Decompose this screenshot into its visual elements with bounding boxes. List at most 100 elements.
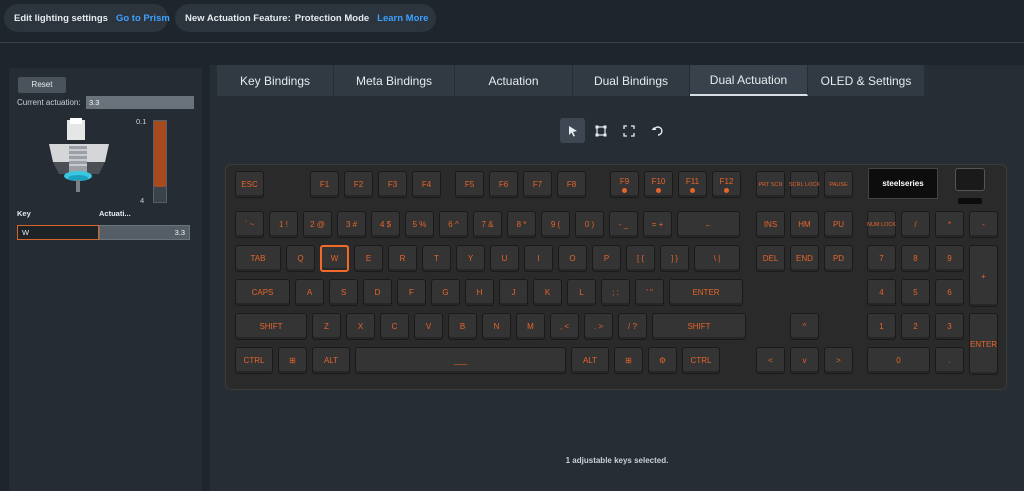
key-c[interactable]: C xyxy=(380,313,409,340)
key-t[interactable]: T xyxy=(422,245,451,272)
key-alt[interactable]: ALT xyxy=(312,347,350,374)
key-i[interactable]: I xyxy=(524,245,553,272)
key-f5[interactable]: F5 xyxy=(455,171,484,198)
key-sym86[interactable]: ^ xyxy=(790,313,819,340)
key-b[interactable]: B xyxy=(448,313,477,340)
key-7[interactable]: 7 & xyxy=(473,211,502,238)
key-sym99[interactable]: < xyxy=(756,347,785,374)
key-sym92[interactable]: ⊞ xyxy=(278,347,307,374)
key-g[interactable]: G xyxy=(431,279,460,306)
tab-actuation[interactable]: Actuation xyxy=(455,65,573,96)
key-v[interactable]: v xyxy=(790,347,819,374)
key-f8[interactable]: F8 xyxy=(557,171,586,198)
key-d[interactable]: D xyxy=(363,279,392,306)
key-sym68[interactable]: ; : xyxy=(601,279,630,306)
key-shift[interactable]: SHIFT xyxy=(652,313,746,340)
key-4[interactable]: 4 $ xyxy=(371,211,400,238)
key-end[interactable]: END xyxy=(790,245,819,272)
key-k[interactable]: K xyxy=(533,279,562,306)
tab-dual-bindings[interactable]: Dual Bindings xyxy=(573,65,690,96)
key-sym50[interactable]: \ | xyxy=(694,245,740,272)
key-sym27[interactable]: - _ xyxy=(609,211,638,238)
key-f10[interactable]: F10 xyxy=(644,171,673,198)
key-sym36[interactable]: - xyxy=(969,211,998,238)
learn-more-link[interactable]: Learn More xyxy=(377,13,428,24)
key-sym94[interactable]: ___ xyxy=(355,347,566,374)
key-sym48[interactable]: [ { xyxy=(626,245,655,272)
tab-meta-bindings[interactable]: Meta Bindings xyxy=(334,65,455,96)
key-o[interactable]: O xyxy=(558,245,587,272)
key-sym49[interactable]: ] } xyxy=(660,245,689,272)
key-scrl-lock[interactable]: SCRL LOCK xyxy=(789,171,820,198)
key-del[interactable]: DEL xyxy=(756,245,785,272)
key-ins[interactable]: INS xyxy=(756,211,785,238)
key-sym29[interactable]: ← xyxy=(677,211,740,238)
key-u[interactable]: U xyxy=(490,245,519,272)
key-f4[interactable]: F4 xyxy=(412,171,441,198)
key-alt[interactable]: ALT xyxy=(571,347,609,374)
key-8[interactable]: 8 xyxy=(901,245,930,272)
key-shift[interactable]: SHIFT xyxy=(235,313,307,340)
key-sym57[interactable]: + xyxy=(969,245,998,307)
current-actuation-field[interactable]: 3.3 xyxy=(86,96,194,109)
key-enter[interactable]: ENTER xyxy=(669,279,743,306)
key-f11[interactable]: F11 xyxy=(678,171,707,198)
tab-key-bindings[interactable]: Key Bindings xyxy=(217,65,334,96)
key-sym69[interactable]: ' " xyxy=(635,279,664,306)
key-6[interactable]: 6 xyxy=(935,279,964,306)
key-esc[interactable]: ESC xyxy=(235,171,264,198)
key-9[interactable]: 9 xyxy=(935,245,964,272)
key-4[interactable]: 4 xyxy=(867,279,896,306)
key-pu[interactable]: PU xyxy=(824,211,853,238)
key-sym35[interactable]: * xyxy=(935,211,964,238)
key-y[interactable]: Y xyxy=(456,245,485,272)
key-hm[interactable]: HM xyxy=(790,211,819,238)
key-9[interactable]: 9 ( xyxy=(541,211,570,238)
key-e[interactable]: E xyxy=(354,245,383,272)
key-sym82[interactable]: , < xyxy=(550,313,579,340)
key-sym97[interactable]: ⚙ xyxy=(648,347,677,374)
key-l[interactable]: L xyxy=(567,279,596,306)
key-tab[interactable]: TAB xyxy=(235,245,281,272)
key-r[interactable]: R xyxy=(388,245,417,272)
key-5[interactable]: 5 % xyxy=(405,211,434,238)
key-n[interactable]: N xyxy=(482,313,511,340)
key-q[interactable]: Q xyxy=(286,245,315,272)
key-7[interactable]: 7 xyxy=(867,245,896,272)
actuation-slider[interactable] xyxy=(153,120,167,203)
key-6[interactable]: 6 ^ xyxy=(439,211,468,238)
key-pause[interactable]: PAUSE xyxy=(824,171,853,198)
pointer-tool-button[interactable] xyxy=(560,118,585,143)
key-caps[interactable]: CAPS xyxy=(235,279,290,306)
key-f7[interactable]: F7 xyxy=(523,171,552,198)
key-f1[interactable]: F1 xyxy=(310,171,339,198)
undo-tool-button[interactable] xyxy=(644,118,669,143)
key-sym83[interactable]: . > xyxy=(584,313,613,340)
key-ctrl[interactable]: CTRL xyxy=(235,347,273,374)
key-h[interactable]: H xyxy=(465,279,494,306)
key-0[interactable]: 0 xyxy=(867,347,930,374)
select-area-tool-button[interactable] xyxy=(588,118,613,143)
key-w[interactable]: W xyxy=(320,245,349,272)
expand-tool-button[interactable] xyxy=(616,118,641,143)
key-pd[interactable]: PD xyxy=(824,245,853,272)
key-sym103[interactable]: . xyxy=(935,347,964,374)
media-button[interactable] xyxy=(958,198,982,204)
volume-dial[interactable] xyxy=(955,168,985,191)
key-sym16[interactable]: ` ~ xyxy=(235,211,264,238)
tab-oled-settings[interactable]: OLED & Settings xyxy=(808,65,925,96)
key-j[interactable]: J xyxy=(499,279,528,306)
key-f[interactable]: F xyxy=(397,279,426,306)
key-f12[interactable]: F12 xyxy=(712,171,741,198)
key-sym101[interactable]: > xyxy=(824,347,853,374)
key-enter[interactable]: ENTER xyxy=(969,313,998,375)
key-f3[interactable]: F3 xyxy=(378,171,407,198)
reset-button[interactable]: Reset xyxy=(18,77,66,93)
key-3[interactable]: 3 xyxy=(935,313,964,340)
key-sym34[interactable]: / xyxy=(901,211,930,238)
key-f9[interactable]: F9 xyxy=(610,171,639,198)
key-f6[interactable]: F6 xyxy=(489,171,518,198)
key-8[interactable]: 8 * xyxy=(507,211,536,238)
key-p[interactable]: P xyxy=(592,245,621,272)
key-num-lock[interactable]: NUM LOCK xyxy=(867,211,896,238)
